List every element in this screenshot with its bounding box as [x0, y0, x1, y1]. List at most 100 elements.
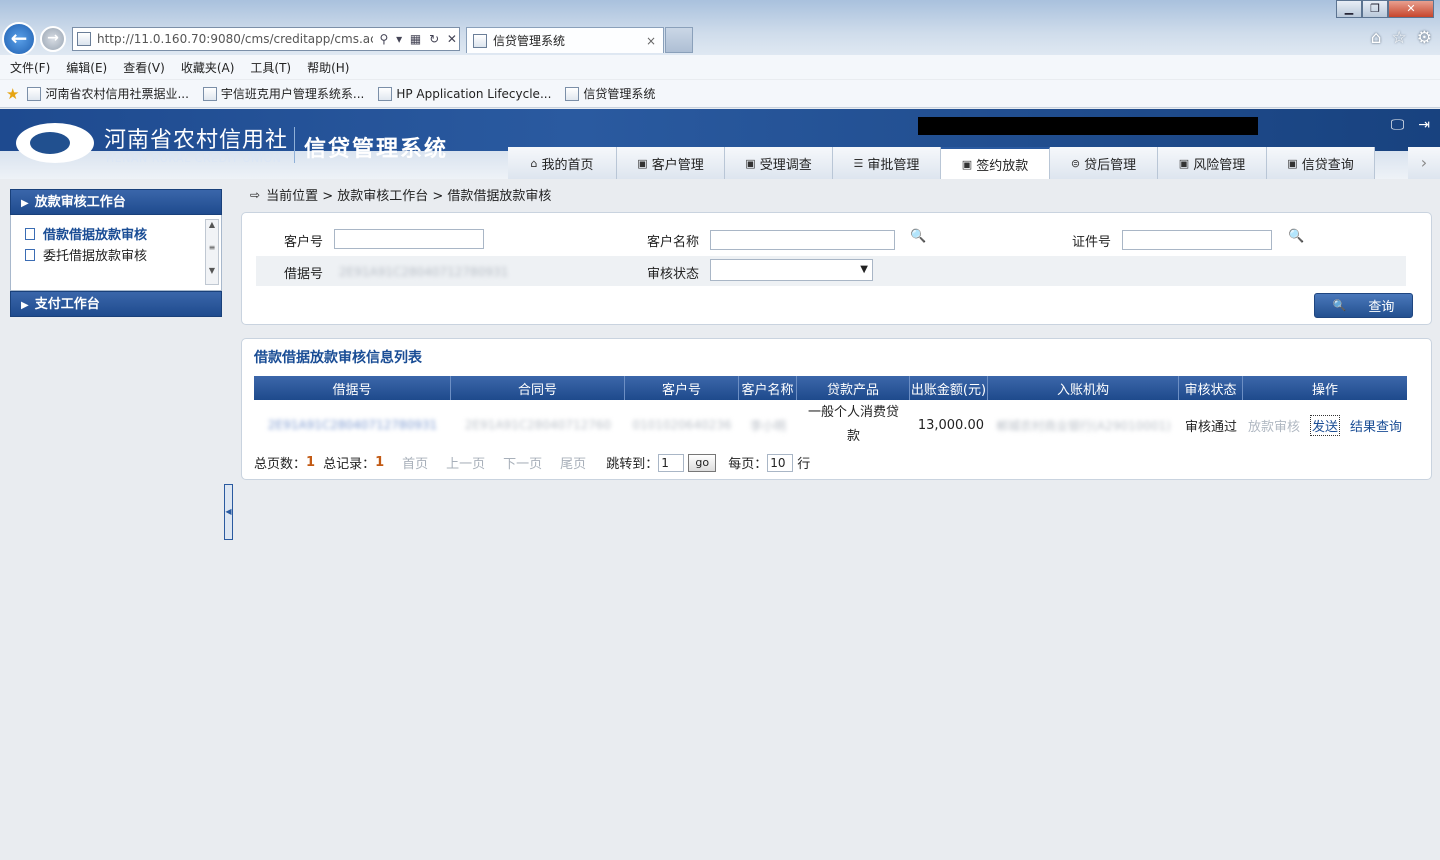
tab-risk[interactable]: ▣ 风险管理 — [1158, 147, 1267, 179]
col-product[interactable]: 贷款产品 — [797, 376, 910, 400]
send-link[interactable]: 发送 — [1309, 414, 1340, 436]
query-button[interactable]: 🔍 查询 — [1314, 293, 1413, 318]
favorite-item[interactable]: 河南省农村信用社票据业... — [27, 85, 189, 102]
tab-approval[interactable]: ☰ 审批管理 — [833, 147, 941, 179]
minimize-icon[interactable]: ▁ — [1336, 0, 1362, 18]
loan-review-link: 放款审核 — [1247, 419, 1300, 435]
menu-edit[interactable]: 编辑(E) — [66, 59, 107, 76]
menu-help[interactable]: 帮助(H) — [307, 59, 349, 76]
page-icon — [565, 86, 580, 101]
favorites-star-icon[interactable]: ☆ — [1392, 28, 1407, 48]
back-icon[interactable]: ← — [2, 22, 36, 56]
col-cust-name[interactable]: 客户名称 — [739, 376, 797, 400]
col-amount[interactable]: 出账金额(元) — [910, 376, 988, 400]
tab-label: 签约放款 — [976, 158, 1029, 174]
scroll-down-icon[interactable]: ▼ — [206, 266, 218, 275]
go-button[interactable]: go — [688, 453, 717, 472]
scroll-thumb-icon[interactable]: ≡ — [206, 243, 218, 252]
refresh-page-icon — [378, 86, 393, 101]
sidebar-scrollbar[interactable]: ▲ ≡ ▼ — [205, 219, 219, 285]
sidebar-item-label: 委托借据放款审核 — [43, 249, 148, 264]
sidebar-section-loan-review[interactable]: ▶ 放款审核工作台 — [10, 189, 222, 215]
last-page-link[interactable]: 尾页 — [560, 453, 586, 472]
sidebar: ▶ 放款审核工作台 借款借据放款审核 委托借据放款审核 ▲ ≡ ▼ ▶ 支付工作台 — [10, 189, 222, 317]
col-org[interactable]: 入账机构 — [988, 376, 1179, 400]
tab-post-loan[interactable]: ⊜ 贷后管理 — [1050, 147, 1158, 179]
cust-no-input[interactable] — [334, 229, 484, 249]
tab-acceptance[interactable]: ▣ 受理调查 — [725, 147, 833, 179]
jump-page-input[interactable]: 1 — [658, 453, 685, 472]
address-bar[interactable]: http://11.0.160.70:9080/cms/creditapp/cm… — [72, 27, 460, 51]
pager: 总页数： 1 总记录： 1 首页 上一页 下一页 尾页 跳转到： 1 go 每页… — [254, 453, 810, 472]
address-controls-icon[interactable]: ⚲ ▾ ▦ ↻ ✕ — [379, 32, 459, 46]
contract-icon: ▣ — [961, 157, 973, 171]
menu-view[interactable]: 查看(V) — [123, 59, 165, 76]
monitor-icon[interactable]: 🖵 — [1391, 117, 1405, 133]
address-url[interactable]: http://11.0.160.70:9080/cms/creditapp/cm… — [97, 32, 373, 46]
favorites-star-icon[interactable]: ★ — [6, 85, 19, 103]
col-bill-no[interactable]: 借据号 — [254, 376, 451, 400]
table-header: 借据号 合同号 客户号 客户名称 贷款产品 出账金额(元) 入账机构 审核状态 … — [254, 376, 1407, 400]
cert-no-search-icon[interactable]: 🔍 — [1288, 229, 1304, 244]
favorite-item[interactable]: 信贷管理系统 — [565, 85, 655, 102]
menu-favorites[interactable]: 收藏夹(A) — [181, 59, 235, 76]
col-contract-no[interactable]: 合同号 — [451, 376, 625, 400]
tab-close-icon[interactable]: × — [646, 34, 656, 48]
logout-icon[interactable]: ⇥ — [1418, 117, 1430, 133]
browser-tab[interactable]: 信贷管理系统 × — [466, 27, 664, 53]
tab-customer[interactable]: ▣ 客户管理 — [617, 147, 725, 179]
first-page-link[interactable]: 首页 — [402, 453, 428, 472]
sidebar-collapse-icon[interactable]: ◀ — [224, 484, 233, 540]
tab-label: 信贷查询 — [1301, 157, 1354, 173]
restore-icon[interactable]: ❐ — [1362, 0, 1388, 18]
breadcrumb-text: 当前位置 > 放款审核工作台 > 借款借据放款审核 — [266, 189, 552, 204]
cust-name-search-icon[interactable]: 🔍 — [910, 229, 926, 244]
breadcrumb: ⇨ 当前位置 > 放款审核工作台 > 借款借据放款审核 — [250, 185, 552, 205]
post-loan-icon: ⊜ — [1070, 156, 1081, 170]
new-tab-button[interactable] — [665, 27, 693, 53]
cust-name-input[interactable] — [710, 230, 895, 250]
cust-no-label: 客户号 — [284, 235, 324, 250]
bill-no-input[interactable]: 2E91A91C28040712780931 — [334, 261, 517, 281]
sidebar-item-entrusted-bill-review[interactable]: 委托借据放款审核 — [11, 244, 221, 265]
sidebar-item-loan-bill-review[interactable]: 借款借据放款审核 — [11, 223, 221, 244]
col-status[interactable]: 审核状态 — [1179, 376, 1243, 400]
jump-label: 跳转到： — [606, 457, 659, 472]
menu-file[interactable]: 文件(F) — [10, 59, 50, 76]
sidebar-section-payment[interactable]: ▶ 支付工作台 — [10, 291, 222, 317]
tab-signing-loan[interactable]: ▣ 签约放款 — [941, 147, 1050, 179]
org-name-en: HENAN RURAL CREDIT UNION — [106, 152, 282, 165]
favorite-item[interactable]: HP Application Lifecycle... — [378, 86, 551, 101]
tab-label: 受理调查 — [759, 157, 812, 173]
status-select[interactable]: ▼ — [710, 259, 873, 281]
per-page-input[interactable]: 10 — [767, 453, 794, 472]
cell-status: 审核通过 — [1184, 419, 1237, 435]
menu-tools[interactable]: 工具(T) — [250, 59, 291, 76]
page-icon — [77, 32, 91, 46]
result-query-link[interactable]: 结果查询 — [1350, 416, 1402, 435]
scroll-up-icon[interactable]: ▲ — [206, 220, 218, 229]
prev-page-link[interactable]: 上一页 — [446, 453, 485, 472]
main-nav: ⌂ 我的首页 ▣ 客户管理 ▣ 受理调查 ☰ 审批管理 ▣ 签约放款 ⊜ 贷后管理 ▣ 风险管… — [508, 147, 1375, 179]
tab-label: 审批管理 — [867, 157, 920, 173]
nav-more-chevron-icon[interactable]: › — [1408, 147, 1440, 179]
col-cust-no[interactable]: 客户号 — [625, 376, 739, 400]
org-name-cn: 河南省农村信用社 — [104, 128, 289, 153]
gear-icon[interactable]: ⚙ — [1417, 28, 1432, 48]
document-icon — [25, 227, 35, 240]
tab-credit-query[interactable]: ▣ 信贷查询 — [1267, 147, 1375, 179]
close-window-icon[interactable]: ✕ — [1388, 0, 1434, 18]
sidebar-section-body: 借款借据放款审核 委托借据放款审核 ▲ ≡ ▼ — [10, 215, 222, 291]
sidebar-section-title: 放款审核工作台 — [34, 195, 126, 210]
cell-bill-no[interactable]: 2E91A91C28040712780931 — [254, 403, 451, 447]
forward-icon[interactable]: → — [40, 26, 66, 52]
sidebar-section-title: 支付工作台 — [34, 297, 100, 312]
expand-triangle-icon: ▶ — [21, 300, 29, 311]
cert-no-input[interactable] — [1122, 230, 1272, 250]
favorite-label: 信贷管理系统 — [583, 87, 656, 101]
favorite-item[interactable]: 宇信班克用户管理系统系... — [202, 85, 364, 102]
tab-home[interactable]: ⌂ 我的首页 — [508, 147, 617, 179]
home-icon[interactable]: ⌂ — [1371, 28, 1382, 48]
next-page-link[interactable]: 下一页 — [503, 453, 542, 472]
risk-icon: ▣ — [1178, 156, 1190, 170]
